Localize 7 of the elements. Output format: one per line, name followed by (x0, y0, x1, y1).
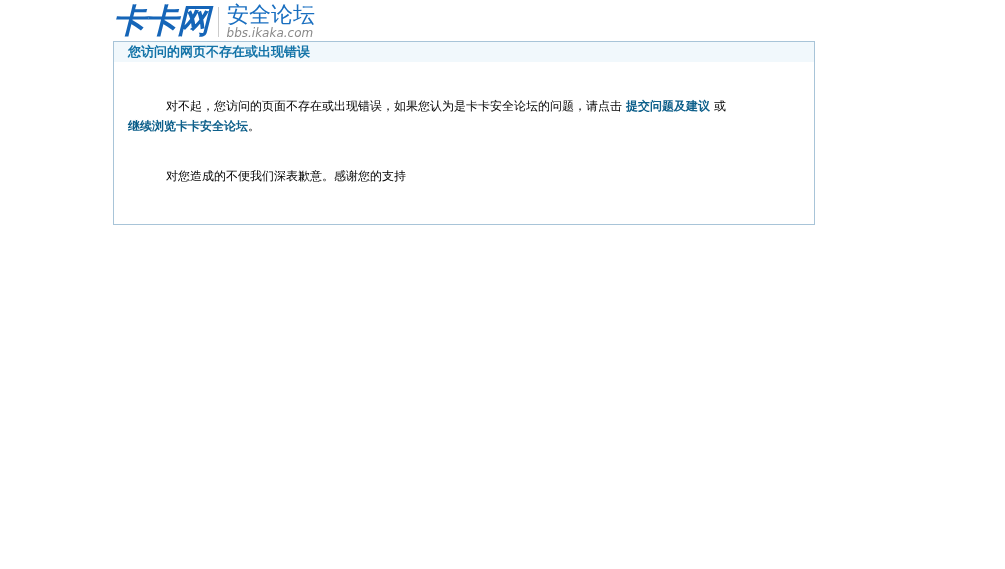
site-url: bbs.ikaka.com (226, 27, 315, 39)
panel-title: 您访问的网页不存在或出现错误 (128, 43, 310, 62)
message-text: 对您造成的不便我们深表歉意。感谢您的支持 (165, 168, 407, 185)
link[interactable]: 继续浏览卡卡安全论坛 (128, 119, 248, 133)
section-title: 安全论坛 (226, 3, 315, 27)
message-text: 对不起，您访问的页面不存在或出现错误，如果您认为是卡卡安全论坛的问题，请点击 提交问题及建议 或 继续浏览卡卡安全论坛。 (128, 98, 727, 135)
link[interactable]: 提交问题及建议 (625, 99, 710, 113)
